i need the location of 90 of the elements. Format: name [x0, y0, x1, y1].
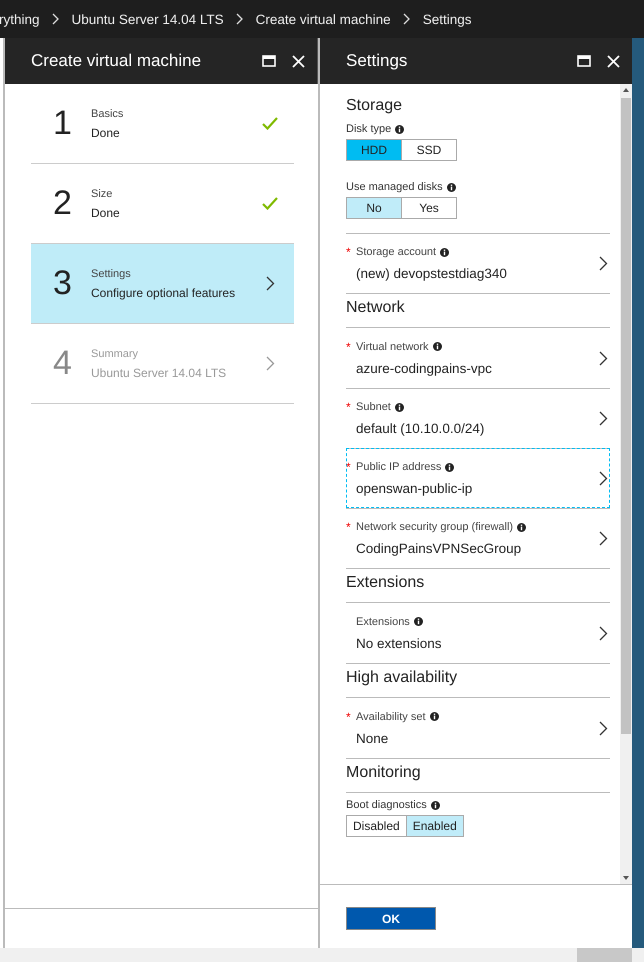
- info-icon[interactable]: [430, 800, 440, 810]
- field-value: openswan-public-ip: [356, 481, 474, 496]
- step-status: Done: [91, 126, 121, 140]
- step-status: Configure optional features: [91, 286, 236, 300]
- wizard-step[interactable]: 3 Settings Configure optional features: [31, 244, 294, 324]
- setting-row[interactable]: * Network security group (firewall) CodingPainsVPNSecGroup: [346, 508, 610, 568]
- required-marker: *: [346, 460, 351, 474]
- toggle-option[interactable]: Disabled: [346, 815, 407, 837]
- required-marker: *: [346, 340, 351, 354]
- field-value: None: [356, 730, 390, 746]
- field-value: default (10.10.0.0/24): [356, 421, 486, 436]
- info-icon[interactable]: [430, 712, 438, 721]
- field-label: Disk type: [346, 123, 392, 135]
- section-heading: High availability: [346, 664, 610, 698]
- setting-row[interactable]: * Storage account (new) devopstestdiag340: [346, 233, 610, 293]
- chevron-icon: [599, 531, 608, 546]
- info-icon[interactable]: [432, 342, 442, 351]
- step-title: Settings: [91, 268, 132, 280]
- chevron-icon: [599, 471, 608, 486]
- field-label: Boot diagnostics: [346, 799, 427, 811]
- chevron-icon: [599, 411, 608, 426]
- step-status: Done: [91, 206, 121, 220]
- maximize-icon[interactable]: [577, 55, 591, 67]
- step-number: 4: [53, 344, 73, 383]
- required-marker: *: [346, 400, 351, 414]
- ok-button[interactable]: OK: [346, 907, 436, 930]
- field-value: CodingPainsVPNSecGroup: [356, 541, 522, 556]
- maximize-icon[interactable]: [262, 55, 276, 67]
- chevron-icon: [599, 350, 608, 366]
- field-label: Virtual network: [356, 340, 429, 352]
- step-number: 1: [53, 104, 73, 143]
- toggle-option[interactable]: Enabled: [406, 815, 464, 837]
- field-label: Extensions: [356, 616, 410, 628]
- horizontal-scrollbar-thumb[interactable]: [577, 948, 632, 962]
- step-title: Size: [91, 188, 114, 200]
- breadcrumb-link[interactable]: Settings: [422, 12, 472, 26]
- chevron-icon: [599, 256, 608, 271]
- breadcrumb-link[interactable]: Ubuntu Server 14.04 LTS: [72, 12, 224, 26]
- info-icon[interactable]: [394, 402, 404, 412]
- section-heading: Network: [346, 294, 610, 328]
- breadcrumb-link[interactable]: rything: [0, 12, 40, 26]
- setting-row[interactable]: * Public IP address openswan-public-ip: [346, 448, 610, 508]
- field-label: Storage account: [356, 246, 436, 258]
- chevron-icon: [266, 356, 275, 371]
- field-label: Network security group (firewall): [356, 521, 514, 533]
- chevron-icon: [599, 720, 608, 736]
- chevron-icon: [236, 13, 244, 25]
- field-label: Subnet: [356, 401, 391, 413]
- step-status: Ubuntu Server 14.04 LTS: [91, 366, 228, 380]
- step-number: 2: [53, 184, 73, 223]
- blade-title: Create virtual machine: [31, 51, 202, 71]
- info-icon[interactable]: [414, 617, 423, 626]
- setting-row[interactable]: * Virtual network azure-codingpains-vpc: [346, 328, 610, 388]
- toggle-option[interactable]: Yes: [401, 197, 457, 219]
- field-label: Public IP address: [356, 461, 442, 473]
- field-value: (new) devopstestdiag340: [356, 266, 508, 281]
- breadcrumb-link[interactable]: Create virtual machine: [256, 12, 391, 26]
- info-icon[interactable]: [446, 182, 456, 192]
- wizard-step[interactable]: 1 Basics Done: [31, 84, 294, 164]
- section-heading: Monitoring: [346, 759, 610, 793]
- toggle-option[interactable]: No: [346, 197, 402, 219]
- step-title: Summary: [91, 348, 140, 360]
- field-value: azure-codingpains-vpc: [356, 360, 493, 376]
- step-number: 3: [53, 264, 73, 303]
- close-icon[interactable]: [292, 54, 305, 68]
- required-marker: *: [346, 710, 351, 724]
- close-icon[interactable]: [607, 54, 620, 68]
- setting-row[interactable]: * Availability set None: [346, 698, 610, 758]
- info-icon[interactable]: [395, 124, 404, 134]
- setting-row[interactable]: * Subnet default (10.10.0.0/24): [346, 388, 610, 448]
- blade-title: Settings: [346, 51, 408, 71]
- toggle-option[interactable]: SSD: [401, 139, 457, 161]
- chevron-icon: [599, 626, 608, 640]
- info-icon[interactable]: [440, 248, 450, 256]
- section-heading: Storage: [346, 96, 404, 116]
- required-marker: *: [346, 520, 351, 534]
- field-label: Use managed disks: [346, 181, 443, 193]
- section-heading: Extensions: [346, 569, 610, 603]
- step-title: Basics: [91, 108, 124, 120]
- required-marker: *: [346, 245, 351, 259]
- setting-row[interactable]: Extensions No extensions: [346, 603, 610, 663]
- field-value: No extensions: [356, 636, 443, 650]
- chevron-icon: [402, 13, 411, 25]
- info-icon[interactable]: [517, 522, 526, 532]
- vertical-scrollbar[interactable]: [620, 84, 632, 884]
- chevron-icon: [266, 276, 275, 291]
- field-label: Availability set: [356, 710, 426, 722]
- info-icon[interactable]: [445, 462, 454, 472]
- chevron-icon: [52, 13, 60, 25]
- toggle-option[interactable]: HDD: [346, 139, 402, 161]
